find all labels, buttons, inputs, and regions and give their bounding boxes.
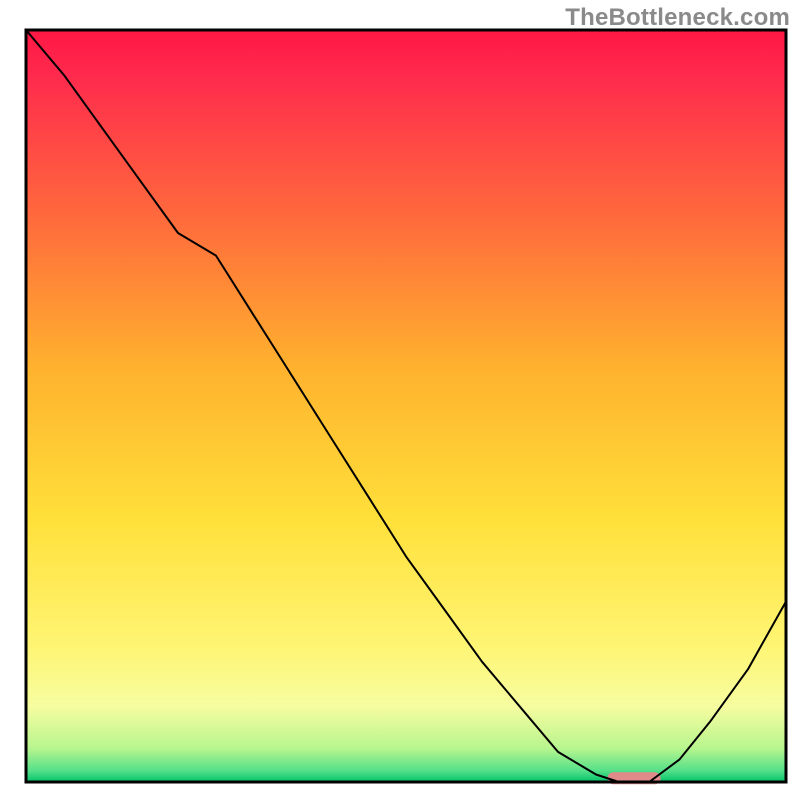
bottleneck-chart [0,0,800,800]
plot-background [26,30,786,782]
watermark-text: TheBottleneck.com [565,4,790,32]
chart-container: TheBottleneck.com [0,0,800,800]
